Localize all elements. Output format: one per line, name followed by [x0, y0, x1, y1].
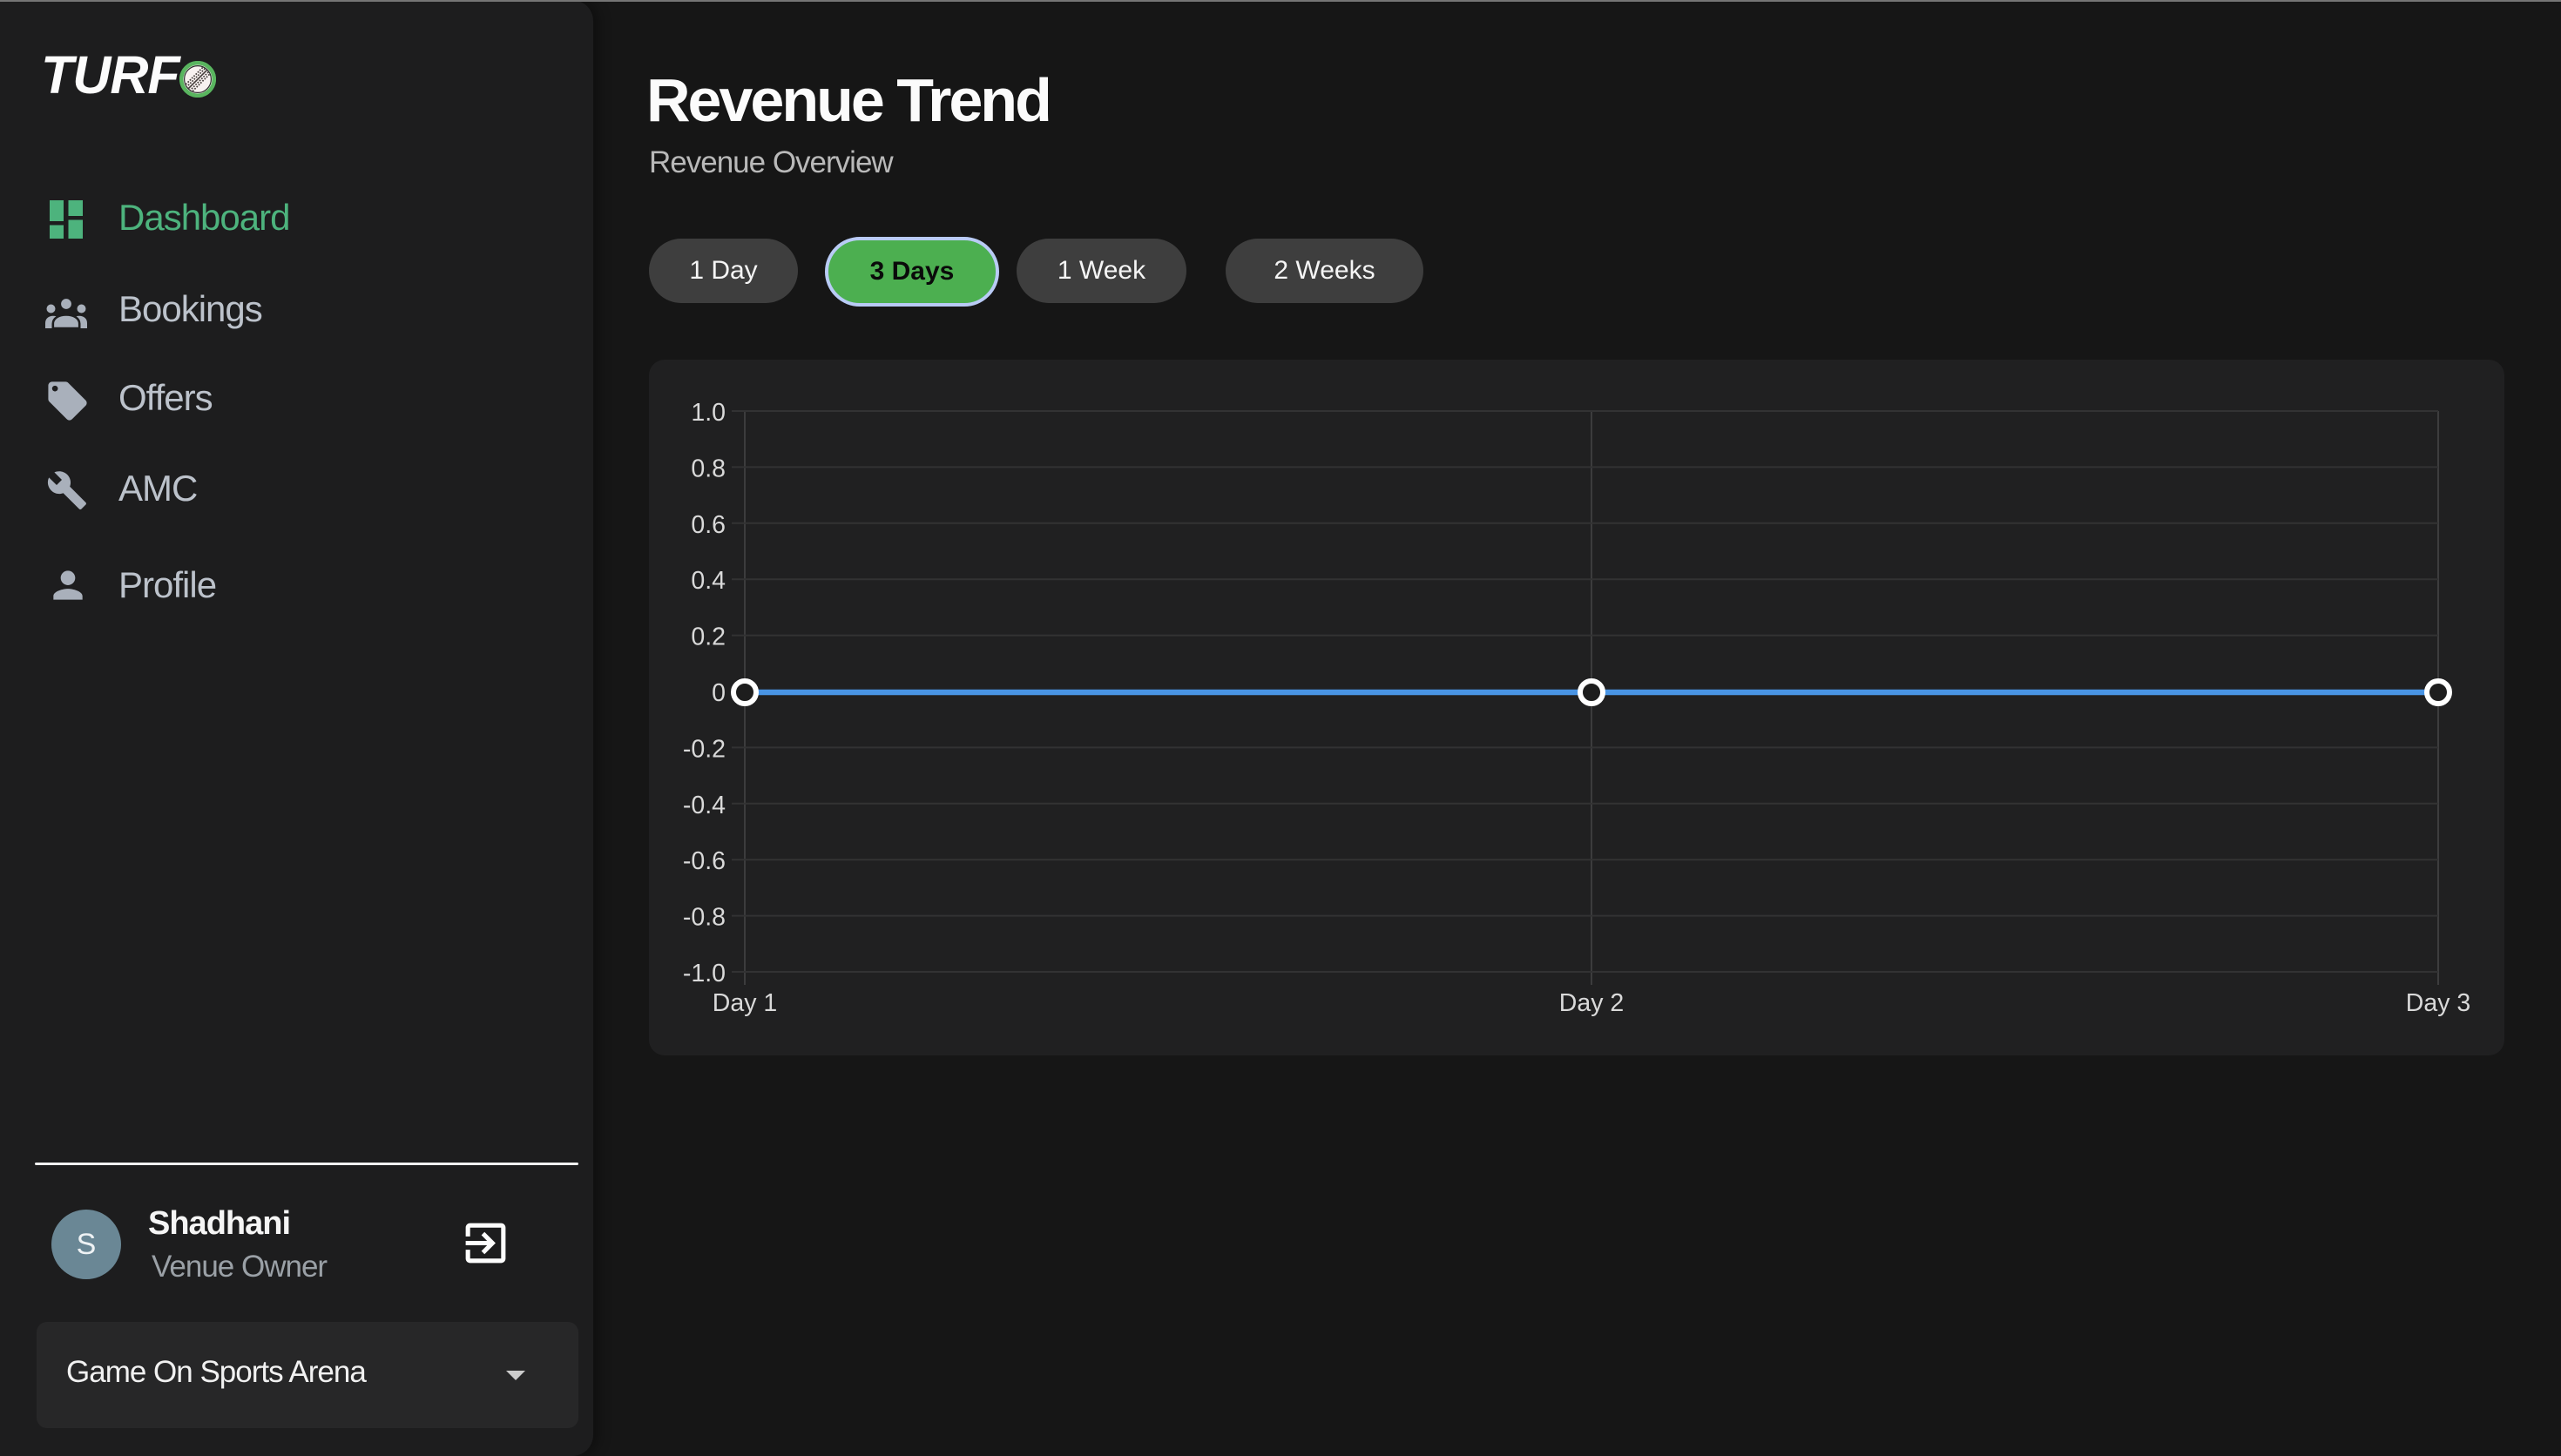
svg-text:0: 0: [712, 679, 726, 707]
svg-text:0.4: 0.4: [691, 567, 726, 595]
svg-text:Day 3: Day 3: [2406, 989, 2470, 1017]
svg-text:0.8: 0.8: [691, 455, 726, 482]
svg-text:Day 2: Day 2: [1559, 989, 1624, 1017]
svg-text:1.0: 1.0: [691, 399, 726, 427]
svg-text:-0.8: -0.8: [683, 904, 726, 932]
svg-text:0.6: 0.6: [691, 511, 726, 539]
svg-text:0.2: 0.2: [691, 624, 726, 651]
svg-text:-0.4: -0.4: [683, 792, 726, 819]
svg-text:-0.6: -0.6: [683, 847, 726, 875]
svg-text:-1.0: -1.0: [683, 960, 726, 988]
svg-text:Day 1: Day 1: [713, 989, 777, 1017]
svg-text:-0.2: -0.2: [683, 735, 726, 763]
